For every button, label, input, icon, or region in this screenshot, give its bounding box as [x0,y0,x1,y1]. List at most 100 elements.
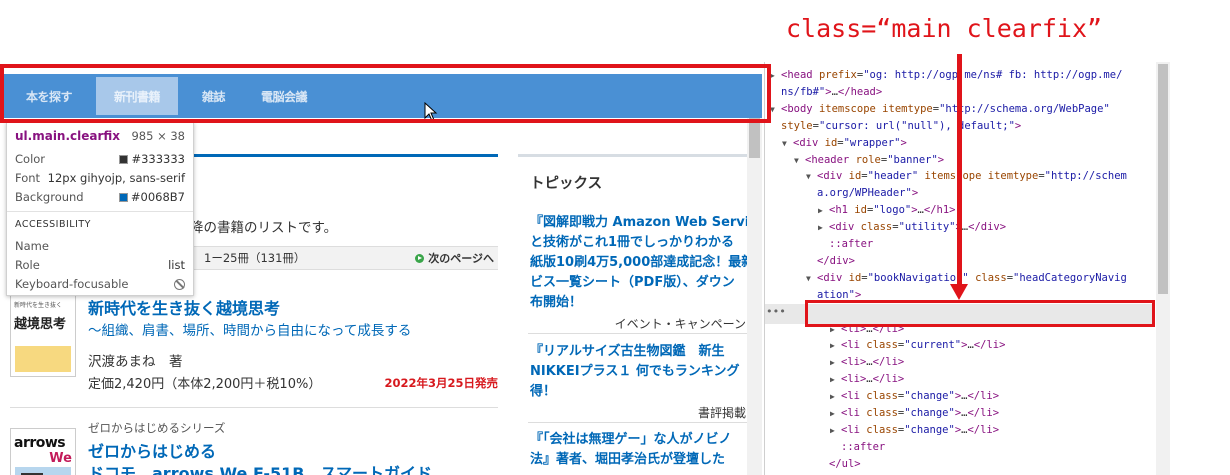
dom-tree-node[interactable]: ▶<div class="utility">…</div> [818,219,1006,236]
dom-tree-node[interactable]: ::after [829,236,873,253]
dom-node-markup: </div> [817,254,855,267]
next-page-link[interactable]: 次のページへ [415,250,494,266]
dom-node-markup: <div id="wrapper"> [793,136,907,149]
not-focusable-icon [174,278,185,290]
dom-node-markup: ::after [829,238,874,250]
tooltip-role-label: Role [15,258,40,272]
mouse-cursor-icon [424,102,438,122]
dom-tree-node[interactable]: ▶ <li>…</li> [830,371,904,388]
book-subtitle-link[interactable]: 〜組織、肩書、場所、時間から自由になって成長する [88,319,411,339]
dom-tree-node[interactable]: ▼ <div id="header" itemscope itemtype="ht… [806,168,1127,185]
book-title-link[interactable]: ゼロからはじめる [88,438,216,462]
dom-tree-node[interactable]: ▶ <li class="change">…</li> [830,388,999,405]
topic-link[interactable]: 『リアルサイズ古生物図鑑 新生 NIKKEIプラス１ 何でもランキング 得！ [530,342,748,402]
nav-item-magazines[interactable]: 雑誌 [184,74,243,118]
dom-tree-node[interactable]: ▶ <li class="current">…</li> [830,337,1005,354]
pagination-bar: 1ー25冊（131冊） 次のページへ [190,246,498,270]
devtools-scrollbar[interactable] [1156,62,1170,475]
tooltip-size: 985 × 38 [131,129,185,143]
tooltip-font-value: 12px gihyojp, sans-serif [47,171,185,185]
topic-divider [528,333,748,334]
dom-tree-node[interactable]: ation"> [817,287,861,304]
annotation-arrow-head-icon [950,284,968,300]
release-date: 2022年3月25日発売 [384,376,498,390]
expand-down-icon[interactable]: ▼ [794,152,805,169]
expand-right-icon[interactable]: ▶ [830,388,841,405]
tooltip-name-label: Name [15,239,49,253]
dom-tree-node[interactable]: ▶ <h1 id="logo">…</h1> [818,202,955,219]
book-title-link[interactable]: 新時代を生き抜く越境思考 [88,295,280,319]
dom-tree-node[interactable]: </div> [817,253,855,270]
tooltip-color-label: Color [15,152,46,166]
dom-tree-node[interactable]: ▶ <li class="change">…</li> [830,422,999,439]
topics-column-rule [518,154,747,157]
selected-node-highlight [765,304,1155,324]
dom-tree-node[interactable]: ::after [841,439,885,456]
topics-heading: トピックス [530,176,603,192]
page-scrollbar[interactable] [747,118,762,475]
dom-node-markup: a.org/WPHeader"> [817,187,919,200]
dom-node-markup: ns/fb#">…</head> [781,85,883,98]
dom-tree-node[interactable]: ▶ <head prefix="og: http://ogp.me/ns# fb:… [770,67,1122,84]
cover-subtitle: 新時代を生き抜く [14,302,63,309]
dom-tree-node[interactable]: ▶ <li class="change">…</li> [830,405,999,422]
book-cover[interactable]: 新時代を生き抜く 越境思考 [10,295,76,377]
dom-tree-node[interactable]: style="cursor: url("null"), default;"> [781,118,1021,135]
expand-right-icon[interactable]: ▶ [818,202,829,219]
dom-node-markup: <li class="change">…</li> [841,423,1000,436]
expand-right-icon[interactable]: ▶ [830,371,841,388]
dom-tree-node[interactable]: ▼ <div id="wrapper"> [782,135,907,152]
node-actions-icon[interactable]: ••• [766,305,786,318]
dom-node-markup: <li>…</li> [841,356,905,369]
nav-item-new-books[interactable]: 新刊書籍 [96,77,179,115]
dom-tree-node[interactable]: ▶ <li>…</li> [830,354,904,371]
topic-line: 法』著者、堀田孝治氏が登壇した [530,452,726,467]
dom-tree-node[interactable]: ns/fb#">…</head> [781,84,882,101]
nav-item-denno-kaigi[interactable]: 電脳会議 [243,74,325,118]
topic-line: 『「会社は無理ゲー」な人がノビノ [530,432,732,447]
scrollbar-thumb[interactable] [1158,64,1168,294]
devtools-elements-panel: ▶ <head prefix="og: http://ogp.me/ns# fb:… [764,62,1170,475]
next-page-label: 次のページへ [428,252,494,265]
expand-down-icon[interactable]: ▼ [782,135,793,152]
dom-tree-node[interactable]: ▼ <header role="banner"> [794,152,944,169]
topic-line: 布開始！ [530,295,583,310]
expand-down-icon[interactable]: ▼ [806,168,817,185]
topic-link[interactable]: 『図解即戦力 Amazon Web Service と技術がこれ1冊でしっかりわ… [530,213,748,313]
expand-down-icon[interactable]: ▼ [806,270,817,287]
annotation-label: class=“main clearfix” [786,14,1103,43]
dom-node-markup: <h1 id="logo">…</h1> [829,204,956,217]
cover-illustration [15,346,71,372]
dom-node-markup: <div id="bookNavigation" class="headCate… [817,271,1127,284]
dom-tree-node[interactable]: ▼ <body itemscope itemtype="http://schema… [770,101,1110,118]
result-range: 1ー25冊（131冊） [204,251,306,265]
dom-node-markup: </ul> [829,457,861,470]
dom-node-markup: <li class="change">…</li> [841,390,1000,403]
expand-right-icon[interactable]: ▶ [830,422,841,439]
main-column-rule [190,154,498,157]
dom-tree-node[interactable]: a.org/WPHeader"> [817,185,918,202]
expand-right-icon[interactable]: ▶ [830,354,841,371]
tooltip-keyboard-label: Keyboard-focusable [15,277,129,291]
topic-category: イベント・キャンペーン [614,317,746,331]
expand-right-icon[interactable]: ▶ [770,67,781,84]
bg-swatch-icon [118,192,128,202]
dom-node-markup: ::after [841,440,886,453]
nav-item-search-books[interactable]: 本を探す [8,74,90,118]
topic-line: ビス一覧シート（PDF版）、ダウン [530,275,735,290]
book-title-link-line2[interactable]: ドコモ arrows We F-51B スマートガイド [88,460,432,475]
expand-down-icon[interactable]: ▼ [770,101,781,118]
dom-tree-node[interactable]: </ul> [829,456,861,473]
tooltip-divider [7,211,193,212]
topic-line: 『図解即戦力 Amazon Web Service [530,215,748,230]
expand-right-icon[interactable]: ▶ [818,219,829,236]
dom-node-markup: <div class="utility">…</div> [829,221,1007,234]
expand-right-icon[interactable]: ▶ [830,405,841,422]
book-cover[interactable]: arrows We [10,428,76,475]
dom-node-markup: <body itemscope itemtype="http://schema.… [781,102,1110,115]
expand-right-icon[interactable]: ▶ [830,337,841,354]
inspect-tooltip: ul.main.clearfix 985 × 38 Color #333333 … [6,122,194,296]
scrollbar-thumb[interactable] [749,118,760,158]
topic-link[interactable]: 『「会社は無理ゲー」な人がノビノ 法』著者、堀田孝治氏が登壇した [530,430,748,470]
topic-line: 紙版10刷4万5,000部達成記念！最新 [530,255,748,270]
